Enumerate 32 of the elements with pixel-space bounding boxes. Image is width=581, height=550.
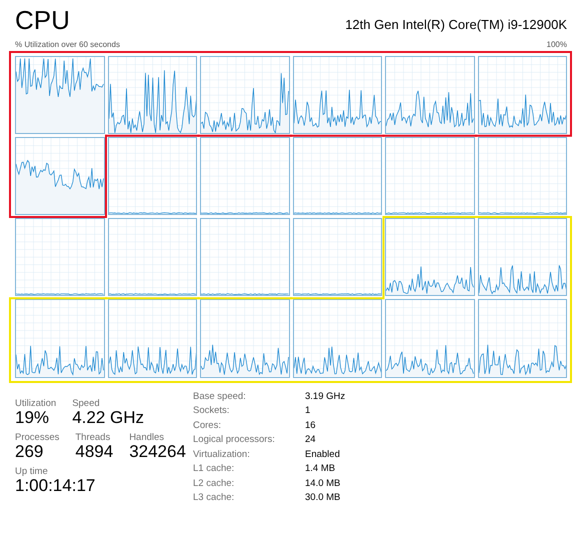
detail-label: Cores: [193, 418, 222, 433]
stat-label: Utilization [15, 398, 56, 409]
stat-label: Speed [72, 398, 100, 409]
stat-label: Processes [15, 432, 60, 444]
stat-label: Up time [15, 466, 48, 478]
stat-value: 4.22 GHz [72, 408, 144, 428]
detail-label: L3 cache: [193, 491, 236, 506]
detail-label: Virtualization: [193, 448, 251, 462]
stat-label: Handles [129, 432, 164, 444]
detail-label: Logical processors: [193, 433, 276, 448]
detail-label: L2 cache: [193, 476, 236, 491]
stat-label: Threads [75, 432, 110, 444]
stat-value: 1:00:14:17 [15, 477, 96, 496]
graph-caption: % Utilization over 60 seconds [15, 40, 120, 49]
detail-value: 1.4 MB [305, 462, 336, 476]
detail-value: Enabled [305, 448, 340, 462]
detail-value: 14.0 MB [305, 476, 340, 491]
stat-value: 4894 [75, 443, 114, 462]
detail-label: L1 cache: [193, 462, 236, 476]
detail-label: Base speed: [193, 390, 247, 404]
stat-value: 324264 [129, 443, 186, 462]
stat-value: 19% [15, 408, 50, 428]
detail-value: 1 [305, 404, 310, 418]
page-title: CPU [15, 6, 70, 35]
detail-value: 3.19 GHz [305, 390, 346, 404]
stat-value: 269 [15, 443, 44, 462]
detail-value: 30.0 MB [305, 491, 340, 506]
detail-label: Sockets: [193, 404, 230, 418]
graph-max-label: 100% [546, 40, 567, 49]
processor-name: 12th Gen Intel(R) Core(TM) i9-12900K [345, 16, 567, 34]
detail-value: 24 [305, 433, 316, 448]
detail-value: 16 [305, 418, 316, 433]
